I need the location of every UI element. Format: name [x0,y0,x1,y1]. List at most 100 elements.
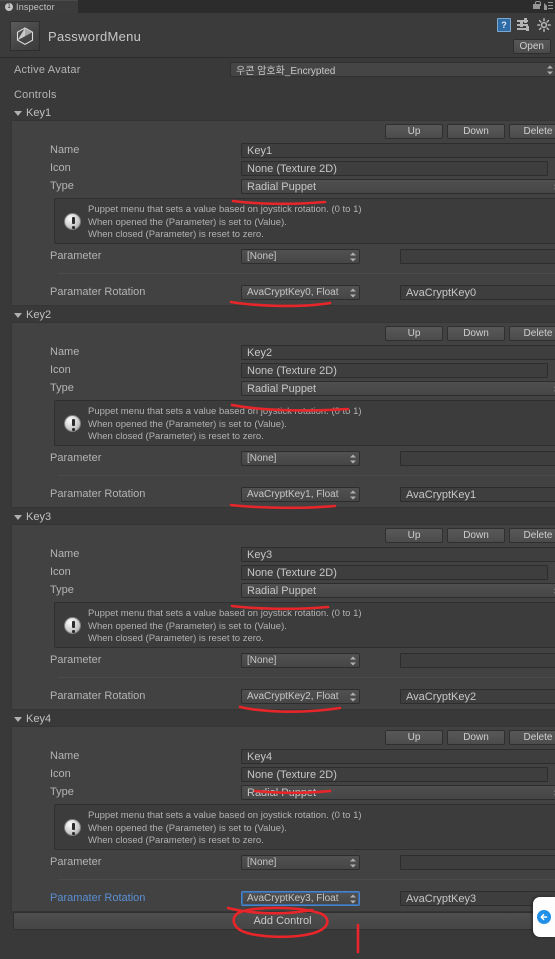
type-dropdown[interactable]: Radial Puppet [241,785,555,800]
type-value: Radial Puppet [247,584,317,597]
section-divider [58,879,555,880]
type-row: Type Radial Puppet [12,583,555,598]
info-icon [64,617,81,634]
hamburger-menu-icon[interactable] [544,1,553,10]
inspector-badge-icon: 1 [5,3,13,11]
chevron-down-icon [14,110,22,116]
parameter-label: Parameter [50,452,102,464]
parameter-rotation-value-field[interactable]: AvaCryptKey3 [400,891,555,906]
unity-logo-icon [10,21,40,51]
chevron-updown-icon [350,692,356,701]
move-down-button[interactable]: Down [447,528,505,543]
help-line-2: When opened the (Parameter) is set to (V… [88,418,287,430]
parameter-rotation-value-field[interactable]: AvaCryptKey1 [400,487,555,502]
collapse-arrow-widget[interactable] [533,897,555,937]
type-dropdown[interactable]: Radial Puppet [241,583,555,598]
parameter-value: [None] [247,857,277,868]
parameter-dropdown[interactable]: [None] [241,249,360,264]
parameter-rotation-value-field[interactable]: AvaCryptKey2 [400,689,555,704]
preset-icon[interactable] [517,18,531,32]
active-avatar-dropdown[interactable]: 우콘 암호화_Encrypted [230,62,555,77]
parameter-value: [None] [247,453,277,464]
name-input[interactable]: Key2 [241,345,555,360]
type-dropdown[interactable]: Radial Puppet [241,381,555,396]
parameter-rotation-row: Paramater Rotation AvaCryptKey0, Float A… [12,285,555,300]
icon-object-field[interactable]: None (Texture 2D) [241,363,548,378]
control-foldout[interactable]: Key3 [14,510,51,524]
icon-object-field[interactable]: None (Texture 2D) [241,767,548,782]
parameter-rotation-dropdown[interactable]: AvaCryptKey1, Float [241,487,360,502]
delete-button[interactable]: Delete [509,528,555,543]
parameter-dropdown[interactable]: [None] [241,451,360,466]
tab-inspector[interactable]: 1 Inspector [0,0,78,13]
move-down-button[interactable]: Down [447,730,505,745]
type-row: Type Radial Puppet [12,179,555,194]
control-button-row: Up Down Delete [385,124,555,139]
chevron-updown-icon [350,656,356,665]
control-foldout[interactable]: Key4 [14,712,51,726]
icon-object-field[interactable]: None (Texture 2D) [241,565,548,580]
delete-button[interactable]: Delete [509,326,555,341]
add-control-button[interactable]: Add Control [13,912,552,930]
name-input[interactable]: Key4 [241,749,555,764]
move-down-button[interactable]: Down [447,124,505,139]
move-down-button[interactable]: Down [447,326,505,341]
section-divider [58,273,555,274]
chevron-down-icon [14,716,22,722]
parameter-rotation-dropdown-value: AvaCryptKey3, Float [247,893,339,904]
parameter-rotation-label: Paramater Rotation [50,690,146,702]
controls-label: Controls [14,89,57,101]
section-divider [58,677,555,678]
parameter-dropdown[interactable]: [None] [241,855,360,870]
parameter-rotation-dropdown[interactable]: AvaCryptKey2, Float [241,689,360,704]
move-up-button[interactable]: Up [385,124,443,139]
parameter-value-field[interactable] [400,653,555,668]
control-foldout[interactable]: Key2 [14,308,51,322]
help-box-text: Puppet menu that sets a value based on j… [88,204,555,242]
help-line-1: Puppet menu that sets a value based on j… [88,406,362,417]
parameter-value-field[interactable] [400,451,555,466]
active-avatar-value: 우콘 암호화_Encrypted [236,66,336,77]
inspector-body: Active Avatar 우콘 암호화_Encrypted Controls … [0,58,555,959]
gear-icon[interactable] [537,18,551,32]
chevron-updown-icon [547,65,553,74]
parameter-value-field[interactable] [400,855,555,870]
page-title: PasswordMenu [48,29,142,44]
name-input[interactable]: Key3 [241,547,555,562]
control-panel: Up Down Delete Name Key3 Icon None (Text… [11,524,555,710]
name-input[interactable]: Key1 [241,143,555,158]
delete-button[interactable]: Delete [509,124,555,139]
name-label: Name [50,750,80,762]
help-icon[interactable]: ? [497,18,511,32]
active-avatar-label: Active Avatar [14,64,81,76]
help-line-3: When closed (Parameter) is reset to zero… [88,633,264,644]
icon-object-field[interactable]: None (Texture 2D) [241,161,548,176]
parameter-rotation-dropdown[interactable]: AvaCryptKey3, Float [241,891,360,906]
move-up-button[interactable]: Up [385,326,443,341]
parameter-value-field[interactable] [400,249,555,264]
info-icon [64,819,81,836]
move-up-button[interactable]: Up [385,730,443,745]
lock-icon[interactable] [532,1,541,10]
parameter-rotation-row: Paramater Rotation AvaCryptKey1, Float A… [12,487,555,502]
help-line-2: When opened the (Parameter) is set to (V… [88,620,287,632]
type-row: Type Radial Puppet [12,785,555,800]
parameter-rotation-dropdown[interactable]: AvaCryptKey0, Float [241,285,360,300]
open-button[interactable]: Open [512,39,551,54]
parameter-rotation-dropdown-value: AvaCryptKey1, Float [247,489,339,500]
control-panel: Up Down Delete Name Key4 Icon None (Text… [11,726,555,912]
name-label: Name [50,144,80,156]
move-up-button[interactable]: Up [385,528,443,543]
name-label: Name [50,548,80,560]
parameter-dropdown[interactable]: [None] [241,653,360,668]
parameter-row: Parameter [None] [12,249,555,264]
type-dropdown[interactable]: Radial Puppet [241,179,555,194]
parameter-rotation-value-field[interactable]: AvaCryptKey0 [400,285,555,300]
icon-row: Icon None (Texture 2D) [12,565,555,580]
control-foldout[interactable]: Key1 [14,106,51,120]
help-line-1: Puppet menu that sets a value based on j… [88,608,362,619]
type-label: Type [50,786,74,798]
delete-button[interactable]: Delete [509,730,555,745]
active-avatar-row: Active Avatar 우콘 암호화_Encrypted [0,62,555,78]
icon-row: Icon None (Texture 2D) [12,161,555,176]
